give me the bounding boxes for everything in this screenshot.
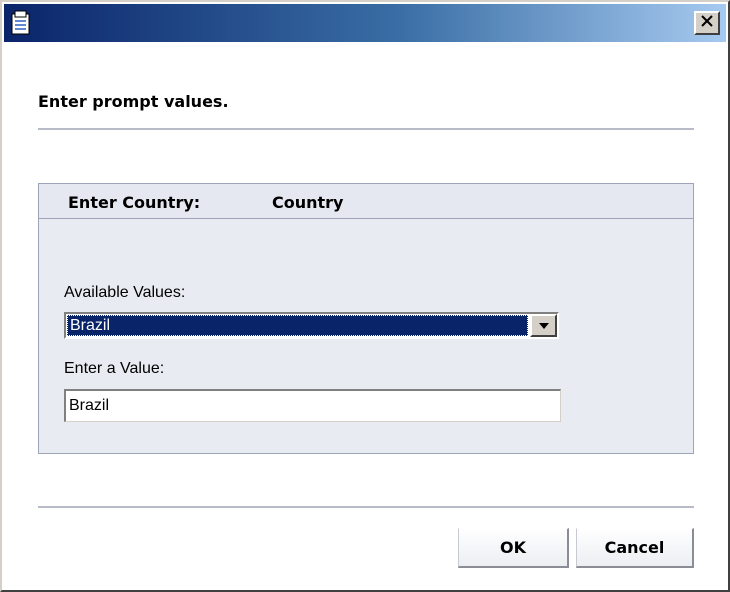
close-icon xyxy=(701,14,713,32)
parameter-name: Country xyxy=(272,193,344,212)
available-values-label: Available Values: xyxy=(64,284,186,301)
title-bar[interactable] xyxy=(4,4,726,42)
prompt-panel: Enter Country: Country Available Values:… xyxy=(38,183,694,454)
prompt-label: Enter Country: xyxy=(68,193,201,212)
divider xyxy=(38,506,694,508)
prompt-header: Enter Country: Country xyxy=(39,184,693,219)
cancel-button[interactable]: Cancel xyxy=(576,528,694,568)
selected-value[interactable]: Brazil xyxy=(67,315,528,336)
dropdown-button[interactable] xyxy=(530,314,557,337)
ok-button[interactable]: OK xyxy=(458,528,569,568)
available-values-dropdown[interactable]: Brazil xyxy=(64,312,559,339)
close-button[interactable] xyxy=(694,11,720,35)
chevron-down-icon xyxy=(538,317,550,335)
enter-value-label: Enter a Value: xyxy=(64,360,165,377)
divider xyxy=(38,128,694,130)
value-input[interactable] xyxy=(64,389,561,422)
document-icon xyxy=(10,10,32,36)
prompt-dialog: Enter prompt values. Enter Country: Coun… xyxy=(0,0,730,592)
dialog-heading: Enter prompt values. xyxy=(38,92,229,111)
